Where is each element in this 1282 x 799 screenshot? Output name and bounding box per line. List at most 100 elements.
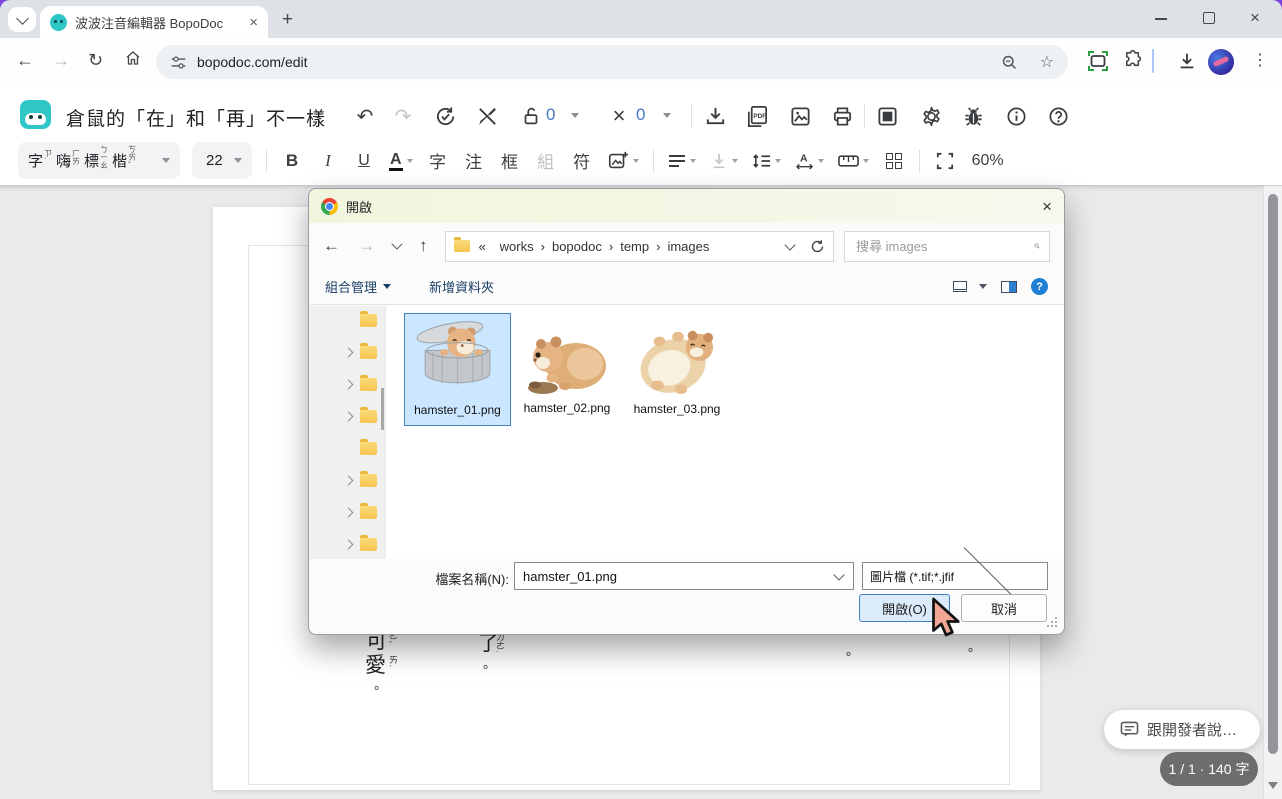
zhuyin-button[interactable]: 注 <box>463 148 485 173</box>
forward-button[interactable]: → <box>52 49 70 71</box>
tree-item[interactable] <box>309 310 386 330</box>
align-button[interactable] <box>668 154 696 168</box>
window-close-button[interactable]: × <box>1250 8 1260 28</box>
sync-check-button[interactable] <box>432 103 458 129</box>
scrollbar-thumb[interactable] <box>1268 194 1278 754</box>
new-folder-button[interactable]: 新增資料夾 <box>429 277 494 296</box>
symbol-button[interactable]: 符 <box>571 148 593 173</box>
lock-button[interactable] <box>518 103 544 129</box>
tree-item[interactable] <box>309 438 386 458</box>
filetype-combobox[interactable]: 圖片檔 (*.tif;*.jfif;*.pjp;*.apng;* <box>862 562 1048 590</box>
dialog-help-button[interactable] <box>1031 278 1048 295</box>
frame-button[interactable]: 框 <box>499 148 521 173</box>
grid-view-button[interactable] <box>883 153 905 169</box>
window-maximize-button[interactable] <box>1203 12 1215 24</box>
expand-chevron-icon[interactable] <box>344 507 354 517</box>
page-scrollbar[interactable] <box>1263 186 1282 799</box>
omnibox[interactable]: bopodoc.com/edit ☆ <box>156 45 1068 79</box>
letter-spacing-button[interactable]: A <box>795 152 824 170</box>
font-size-select[interactable]: 22 <box>192 142 252 179</box>
dialog-resize-grip[interactable] <box>1047 617 1059 629</box>
zoom-level[interactable]: 60% <box>972 152 1004 170</box>
tree-item[interactable] <box>309 374 386 394</box>
refresh-icon[interactable] <box>810 239 825 254</box>
insert-image-button[interactable] <box>607 150 639 172</box>
export-image-button[interactable] <box>787 103 813 129</box>
pen-off-button[interactable] <box>474 103 500 129</box>
line-spacing-button[interactable] <box>752 153 781 169</box>
downloads-button[interactable] <box>1176 50 1198 77</box>
organize-button[interactable]: 組合管理 <box>325 277 377 296</box>
page-frame-button[interactable] <box>874 103 900 129</box>
dialog-close-button[interactable]: × <box>1042 198 1052 215</box>
search-box[interactable] <box>844 231 1050 262</box>
file-tile-hamster-02[interactable]: hamster_02.png <box>517 330 617 415</box>
tree-item[interactable] <box>309 534 386 554</box>
breadcrumb-works[interactable]: works <box>500 239 534 254</box>
change-view-button[interactable] <box>953 281 987 292</box>
filename-combobox[interactable] <box>514 562 854 590</box>
nav-up-button[interactable]: ↑ <box>419 236 428 256</box>
expand-chevron-icon[interactable] <box>344 411 354 421</box>
fullscreen-button[interactable] <box>934 152 956 170</box>
expand-chevron-icon[interactable] <box>344 347 354 357</box>
folder-tree-pane[interactable] <box>309 306 386 559</box>
nav-history-chevron[interactable] <box>391 238 402 249</box>
filename-input[interactable] <box>515 569 835 584</box>
debug-button[interactable] <box>960 103 986 129</box>
expand-chevron-icon[interactable] <box>344 475 354 485</box>
tree-scrollbar-thumb[interactable] <box>381 388 384 430</box>
export-pdf-button[interactable]: PDF <box>744 103 770 129</box>
clear-dropdown-caret[interactable] <box>663 113 671 118</box>
breadcrumb-temp[interactable]: temp <box>620 239 649 254</box>
home-button[interactable] <box>124 49 142 72</box>
dialog-titlebar[interactable]: 開啟 × <box>309 189 1064 223</box>
tree-item[interactable] <box>309 406 386 426</box>
expand-chevron-icon[interactable] <box>344 379 354 389</box>
profile-avatar[interactable] <box>1208 49 1234 75</box>
back-button[interactable]: ← <box>16 49 34 71</box>
tab-close-icon[interactable]: × <box>249 14 258 31</box>
new-tab-button[interactable]: + <box>282 9 293 31</box>
document-title[interactable]: 倉鼠的「在」和「再」不一樣 <box>66 104 326 131</box>
file-tile-hamster-01[interactable]: hamster_01.png <box>404 313 511 426</box>
tab-search-button[interactable] <box>8 7 36 32</box>
tree-item[interactable] <box>309 470 386 490</box>
expand-chevron-icon[interactable] <box>344 539 354 549</box>
tree-item[interactable] <box>309 502 386 522</box>
settings-button[interactable] <box>918 103 944 129</box>
address-dropdown-chevron[interactable] <box>784 239 795 250</box>
browser-tab-active[interactable]: 波波注音編輯器 BopoDoc × <box>40 6 268 38</box>
nav-back-button[interactable]: ← <box>323 236 340 256</box>
browser-menu-button[interactable]: ⋮ <box>1252 50 1268 70</box>
screenshot-extension-button[interactable] <box>1086 49 1110 78</box>
font-color-button[interactable]: A <box>389 151 413 171</box>
italic-button[interactable]: I <box>317 151 339 171</box>
reload-button[interactable]: ↻ <box>88 49 103 71</box>
search-input[interactable] <box>854 238 1034 255</box>
help-button[interactable] <box>1045 103 1071 129</box>
address-breadcrumb[interactable]: « works › bopodoc › temp › images <box>445 231 834 262</box>
underline-button[interactable]: U <box>353 152 375 170</box>
print-button[interactable] <box>829 103 855 129</box>
window-minimize-button[interactable] <box>1155 18 1167 20</box>
extensions-button[interactable] <box>1122 49 1145 77</box>
info-button[interactable] <box>1003 103 1029 129</box>
breadcrumb-images[interactable]: images <box>667 239 709 254</box>
char-button[interactable]: 字 <box>427 148 449 173</box>
clear-button[interactable]: × <box>606 103 632 129</box>
breadcrumb-bopodoc[interactable]: bopodoc <box>552 239 602 254</box>
file-tile-hamster-03[interactable]: hamster_03.png <box>627 323 727 416</box>
bold-button[interactable]: B <box>281 151 303 171</box>
redo-button[interactable]: ↷ <box>390 103 416 129</box>
preview-pane-button[interactable] <box>1001 281 1017 293</box>
font-family-select[interactable]: 字ㄗˋ 嗨ㄏㄞ 標ㄅㄧㄠ 楷ㄎㄞˇ <box>18 142 180 179</box>
scrollbar-down-arrow[interactable] <box>1268 782 1278 789</box>
cancel-button[interactable]: 取消 <box>961 594 1047 622</box>
download-doc-button[interactable] <box>702 103 728 129</box>
lock-dropdown-caret[interactable] <box>571 113 579 118</box>
bookmark-star-icon[interactable]: ☆ <box>1040 52 1054 72</box>
tree-item[interactable] <box>309 342 386 362</box>
feedback-button[interactable]: 跟開發者說… <box>1104 710 1260 749</box>
zoom-icon[interactable] <box>1001 54 1018 71</box>
